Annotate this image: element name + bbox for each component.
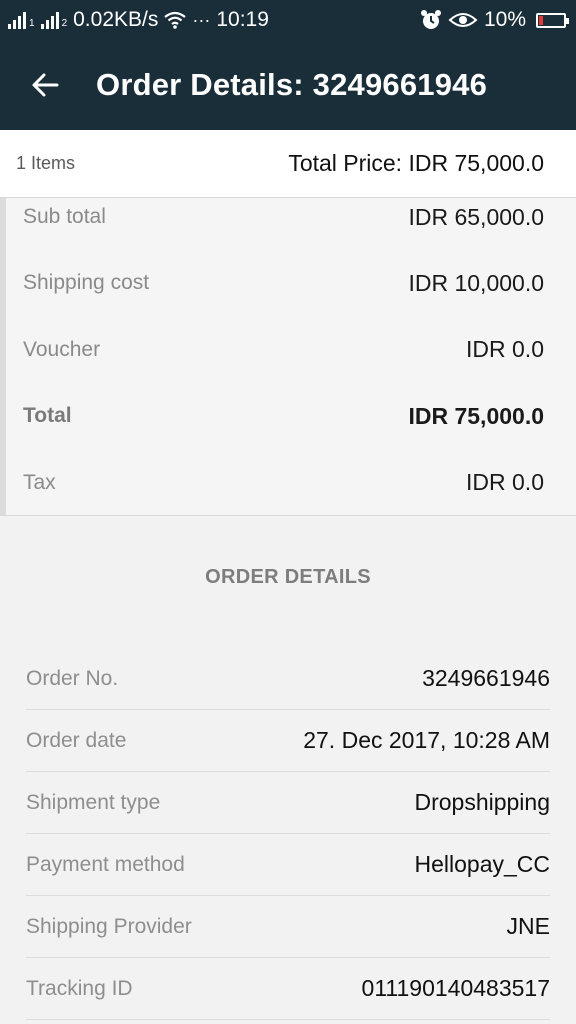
detail-value: Dropshipping <box>414 789 550 815</box>
more-dots: ··· <box>192 9 211 30</box>
app-bar: Order Details: 3249661946 <box>0 40 576 130</box>
wifi-icon <box>164 11 187 29</box>
breakdown-value: IDR 65,000.0 <box>408 203 544 230</box>
eye-icon <box>448 13 478 27</box>
detail-value: 011190140483517 <box>361 975 550 1001</box>
back-button[interactable] <box>0 40 90 130</box>
page-title: Order Details: 3249661946 <box>96 67 488 102</box>
detail-row-order-no: Order No. 3249661946 <box>26 648 550 710</box>
detail-row-order-date: Order date 27. Dec 2017, 10:28 AM <box>26 710 550 772</box>
network-speed: 0.02KB/s <box>73 8 159 31</box>
status-bar: 1 2 0.02KB/s ··· 10:19 10% <box>0 0 576 40</box>
order-details-heading: ORDER DETAILS <box>205 566 371 588</box>
detail-value: JNE <box>506 913 550 939</box>
detail-label: Order date <box>26 728 127 752</box>
clock: 10:19 <box>216 8 269 31</box>
breakdown-row-subtotal: Sub total IDR 65,000.0 <box>6 184 576 250</box>
breakdown-value: IDR 0.0 <box>466 469 544 496</box>
detail-row-tracking-id[interactable]: Tracking ID 011190140483517 <box>26 958 550 1020</box>
detail-value: Hellopay_CC <box>414 851 550 877</box>
detail-value: 3249661946 <box>422 665 550 691</box>
breakdown-row-shipping: Shipping cost IDR 10,000.0 <box>6 250 576 317</box>
detail-row-shipment-type: Shipment type Dropshipping <box>26 772 550 834</box>
detail-label: Shipping Provider <box>26 914 192 938</box>
detail-label: Order No. <box>26 666 119 690</box>
signal-icon: 2 <box>40 11 67 29</box>
detail-row-payment-method: Payment method Hellopay_CC <box>26 834 550 896</box>
breakdown-row-tax: Tax IDR 0.0 <box>6 450 576 517</box>
order-details-list: Order No. 3249661946 Order date 27. Dec … <box>26 648 550 1020</box>
battery-icon <box>536 12 569 28</box>
items-count: 1 Items <box>16 153 76 173</box>
detail-label: Payment method <box>26 852 185 876</box>
breakdown-value: IDR 0.0 <box>466 336 544 363</box>
detail-label: Tracking ID <box>26 976 133 1000</box>
alarm-icon <box>420 10 441 29</box>
status-bar-right: 10% <box>420 8 569 32</box>
detail-label: Shipment type <box>26 790 161 814</box>
breakdown-value: IDR 10,000.0 <box>408 269 544 296</box>
battery-percent: 10% <box>483 8 526 31</box>
breakdown-label: Voucher <box>23 337 101 361</box>
detail-row-shipping-provider: Shipping Provider JNE <box>26 896 550 958</box>
breakdown-row-total: Total IDR 75,000.0 <box>6 383 576 450</box>
breakdown-label: Shipping cost <box>23 271 150 295</box>
price-breakdown: Sub total IDR 65,000.0 Shipping cost IDR… <box>0 198 576 516</box>
detail-value: 27. Dec 2017, 10:28 AM <box>303 727 550 753</box>
arrow-left-icon <box>32 73 59 97</box>
breakdown-value: IDR 75,000.0 <box>408 402 544 429</box>
breakdown-row-voucher: Voucher IDR 0.0 <box>6 317 576 384</box>
breakdown-label: Tax <box>23 470 56 494</box>
total-price: Total Price: IDR 75,000.0 <box>288 150 544 176</box>
signal-icon: 1 <box>8 11 35 29</box>
breakdown-label: Total <box>23 404 72 428</box>
status-bar-left: 1 2 0.02KB/s ··· 10:19 <box>8 8 269 32</box>
breakdown-label: Sub total <box>23 205 106 228</box>
